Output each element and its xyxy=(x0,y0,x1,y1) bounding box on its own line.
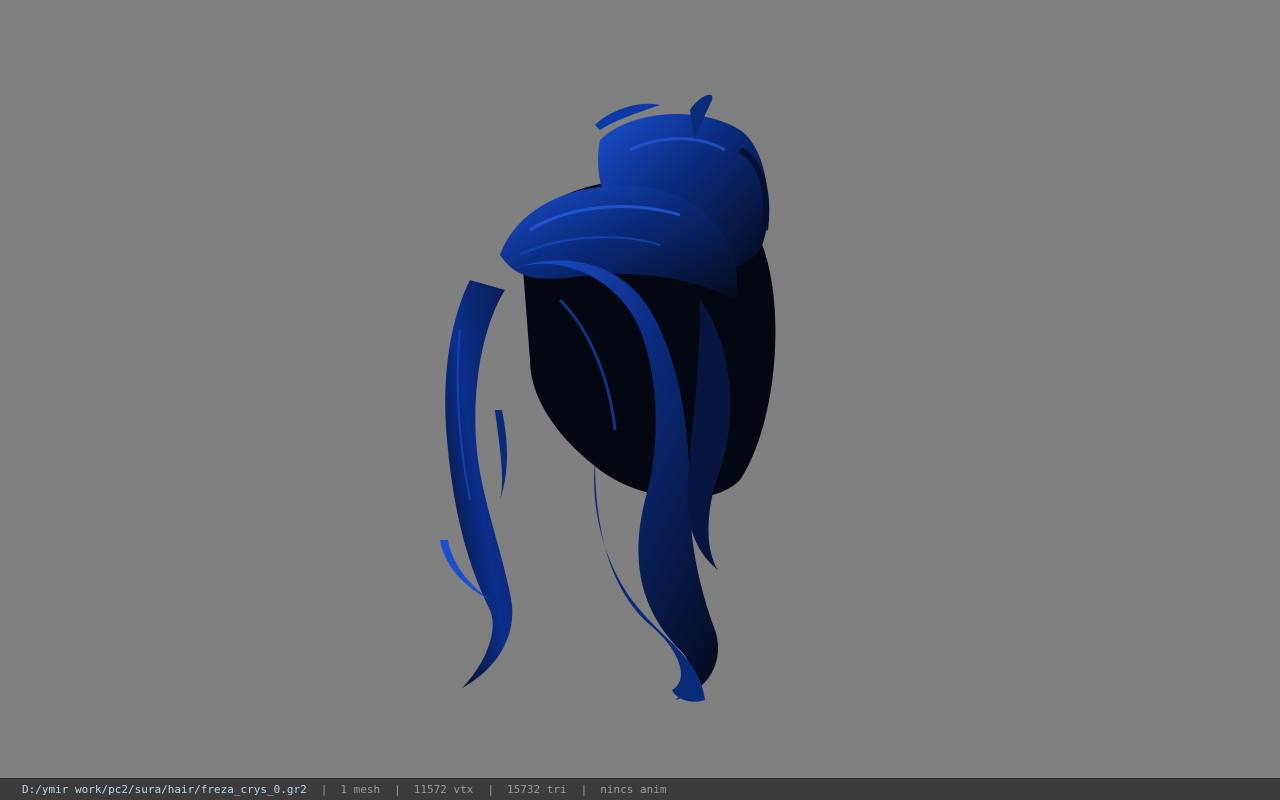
triangle-count: 15732 tri xyxy=(507,783,567,796)
hair-lower-strand-3 xyxy=(495,410,507,500)
model-viewport[interactable] xyxy=(0,0,1280,778)
animation-status: nincs anim xyxy=(600,783,667,796)
vertex-count: 11572 vtx xyxy=(413,783,474,796)
file-path: D:/ymir work/pc2/sura/hair/freza_crys_0.… xyxy=(22,783,307,796)
separator: | xyxy=(487,783,495,796)
mesh-count: 1 mesh xyxy=(340,783,381,796)
separator: | xyxy=(394,783,401,796)
separator: | xyxy=(320,783,328,796)
separator: | xyxy=(580,783,588,796)
hair-model xyxy=(440,94,776,702)
status-bar: D:/ymir work/pc2/sura/hair/freza_crys_0.… xyxy=(0,778,1280,800)
